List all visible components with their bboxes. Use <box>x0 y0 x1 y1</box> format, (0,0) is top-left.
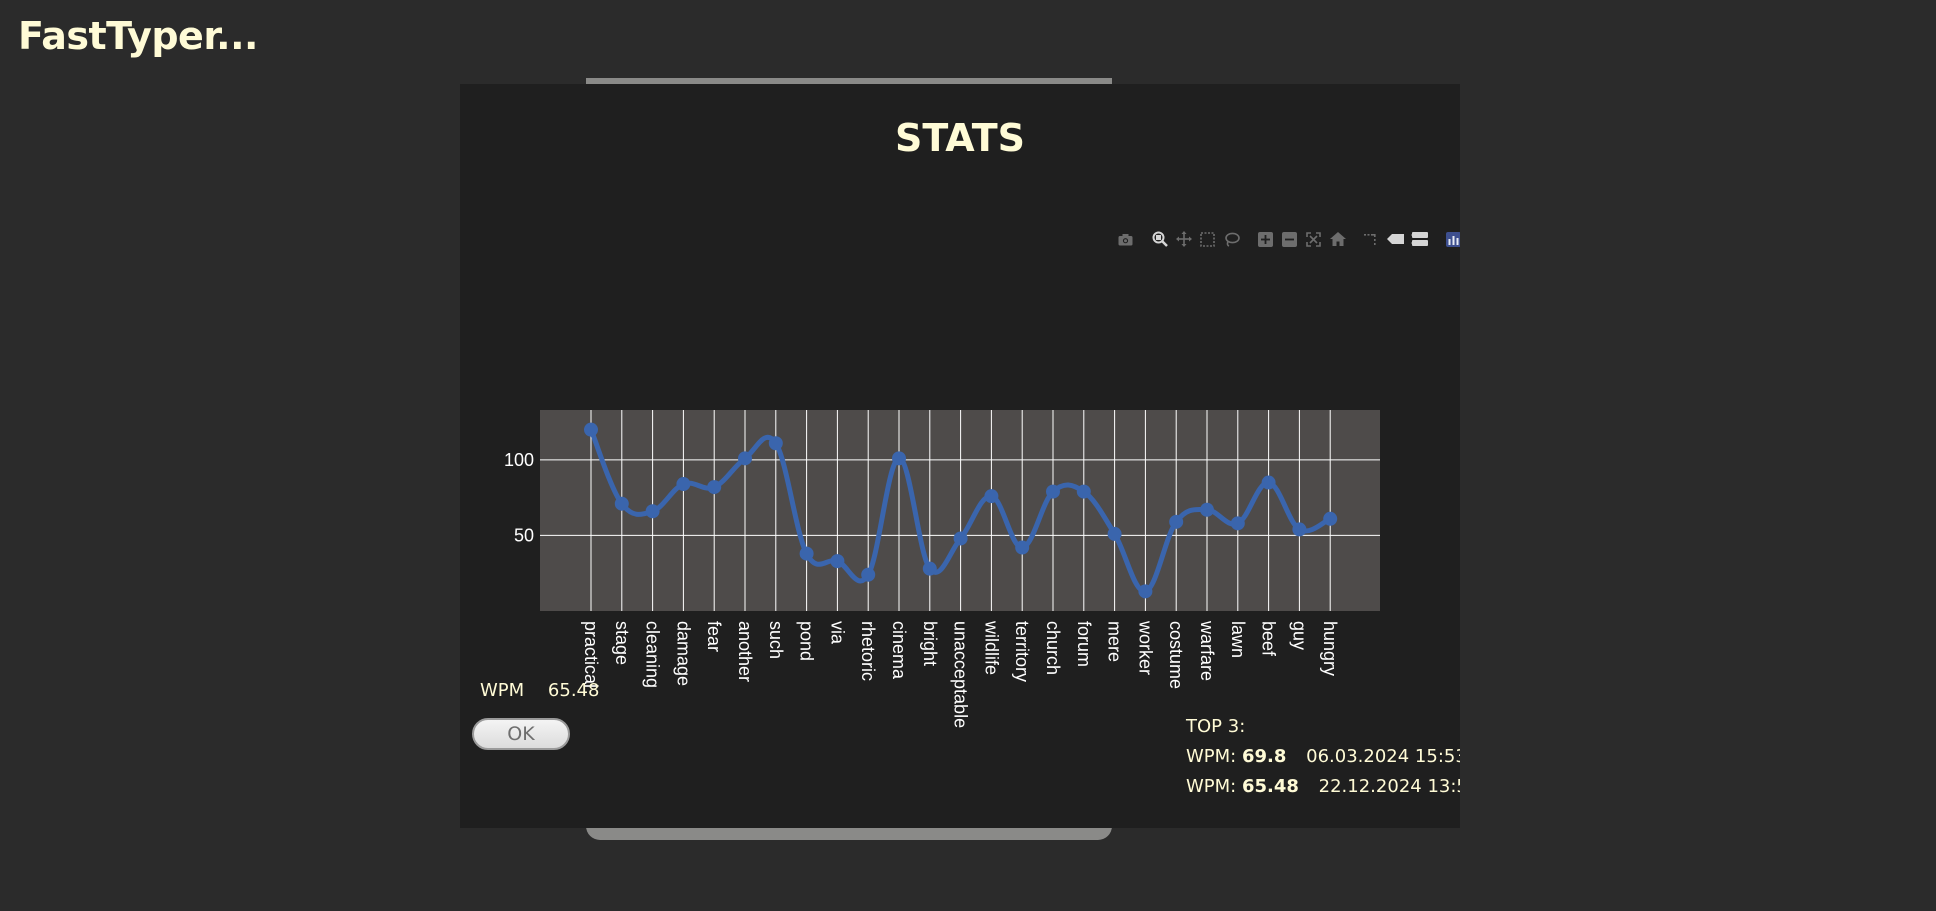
top3-entry-wpm: 65.48 <box>1241 776 1299 797</box>
plotly-logo-icon[interactable] <box>1444 230 1460 248</box>
top3-entry-date: 06.03.2024 15:53 <box>1306 746 1460 767</box>
data-point <box>892 451 906 466</box>
data-point <box>861 567 876 582</box>
x-tick-label: fear <box>704 621 724 652</box>
y-tick-label: 100 <box>504 450 534 470</box>
wpm-result-label: WPM <box>480 680 525 701</box>
app-title: FastTyper... <box>18 14 258 58</box>
x-tick-label: bright <box>920 621 940 666</box>
data-point <box>1076 484 1091 499</box>
lasso-select-icon[interactable] <box>1222 230 1241 248</box>
stats-modal: STATS 50 100 practical stage cleaning da… <box>460 84 1460 828</box>
y-tick-label: 50 <box>514 525 534 545</box>
x-tick-label: another <box>735 621 755 682</box>
data-point <box>799 546 814 561</box>
hover-closest-icon[interactable] <box>1386 230 1405 248</box>
wpm-result: WPM 65.48 <box>480 680 599 701</box>
pan-icon[interactable] <box>1174 230 1193 248</box>
data-point <box>645 504 660 519</box>
data-point <box>584 422 598 437</box>
wpm-result-value: 65.48 <box>547 680 600 701</box>
x-tick-label: territory <box>1012 621 1032 682</box>
data-point <box>1261 475 1276 490</box>
data-point <box>1230 516 1245 531</box>
x-tick-label: rhetoric <box>858 621 878 681</box>
x-tick-label: practical <box>581 621 601 688</box>
data-point <box>1138 584 1153 599</box>
data-point <box>1015 540 1030 555</box>
top3-panel: TOP 3: WPM: 69.8 06.03.2024 15:53 WPM: 6… <box>1186 712 1460 802</box>
data-point <box>707 480 722 495</box>
x-tick-label: lawn <box>1228 621 1248 658</box>
data-point <box>830 554 845 569</box>
x-tick-label: beef <box>1259 621 1279 657</box>
data-point <box>1046 484 1060 499</box>
hover-compare-icon[interactable] <box>1410 230 1429 248</box>
data-point <box>984 489 999 504</box>
top3-entry-label: WPM: <box>1186 776 1237 797</box>
x-tick-label: warfare <box>1197 620 1217 681</box>
box-select-icon[interactable] <box>1198 230 1217 248</box>
reset-axes-icon[interactable] <box>1328 230 1347 248</box>
data-point <box>953 531 968 546</box>
data-point <box>1169 514 1184 529</box>
zoom-out-icon[interactable] <box>1280 230 1299 248</box>
x-tick-label: cleaning <box>643 621 663 688</box>
x-tick-label: costume <box>1166 621 1186 689</box>
x-tick-label: mere <box>1105 621 1125 662</box>
data-point <box>1323 511 1338 526</box>
spike-lines-icon[interactable] <box>1362 230 1381 248</box>
camera-icon[interactable] <box>1116 230 1135 248</box>
top3-entry: WPM: 65.48 22.12.2024 13:59 <box>1186 772 1460 802</box>
x-tick-label: unacceptable <box>951 621 971 728</box>
top3-entry-label: WPM: <box>1186 746 1237 767</box>
data-point <box>738 451 752 466</box>
data-point <box>614 496 629 511</box>
top3-entry: WPM: 69.8 06.03.2024 15:53 <box>1186 742 1460 772</box>
x-tick-label: damage <box>673 621 693 686</box>
x-tick-label: wildlife <box>981 620 1001 675</box>
zoom-in-icon[interactable] <box>1256 230 1275 248</box>
data-point <box>1200 502 1214 517</box>
x-tick-label: worker <box>1135 620 1155 675</box>
x-tick-label: cinema <box>889 621 909 680</box>
top3-entry-date: 22.12.2024 13:59 <box>1318 776 1460 797</box>
data-point <box>768 436 783 451</box>
x-tick-label: stage <box>612 621 632 665</box>
ok-button[interactable]: OK <box>472 718 570 750</box>
autoscale-icon[interactable] <box>1304 230 1323 248</box>
data-point <box>1107 526 1122 541</box>
data-point <box>676 477 691 492</box>
x-tick-label: forum <box>1074 621 1094 667</box>
x-tick-label: pond <box>797 621 817 661</box>
top3-title: TOP 3: <box>1186 716 1246 737</box>
plot-area <box>540 410 1380 611</box>
chart-modebar <box>1116 230 1460 248</box>
x-tick-label: guy <box>1289 621 1309 650</box>
x-tick-label: via <box>827 621 847 645</box>
x-tick-label: such <box>766 621 786 659</box>
x-tick-label: hungry <box>1320 621 1340 676</box>
wpm-per-word-chart: 50 100 practical stage cleaning damage fear ano… <box>504 410 1380 728</box>
top3-entry-wpm: 69.8 <box>1241 746 1287 767</box>
data-point <box>922 561 937 576</box>
x-tick-label: church <box>1043 621 1063 675</box>
modal-title: STATS <box>894 116 1026 160</box>
zoom-icon[interactable] <box>1150 230 1169 248</box>
data-point <box>1292 522 1307 537</box>
